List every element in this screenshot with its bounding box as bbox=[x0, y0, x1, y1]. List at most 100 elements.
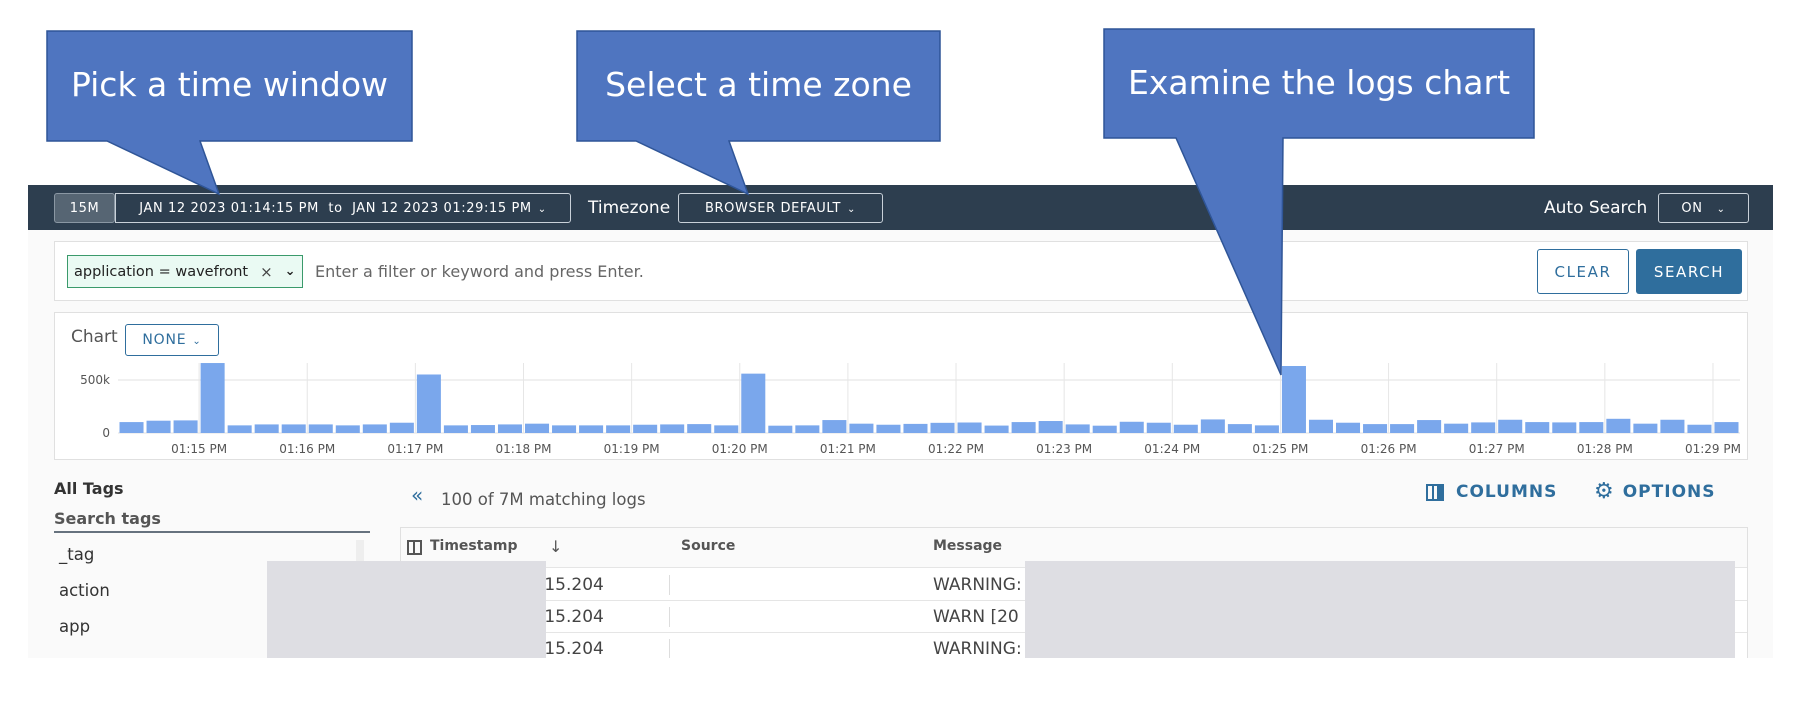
clear-button[interactable]: CLEAR bbox=[1537, 249, 1629, 294]
search-button[interactable]: SEARCH bbox=[1636, 249, 1742, 294]
all-tags-heading: All Tags bbox=[54, 479, 124, 498]
chart-group-by-value: NONE bbox=[142, 332, 187, 348]
histogram-bar bbox=[660, 424, 685, 433]
y-tick-label: 500k bbox=[80, 373, 110, 387]
callout-shape-time-zone bbox=[576, 30, 941, 196]
histogram-bar bbox=[146, 420, 171, 433]
histogram-bar bbox=[254, 424, 279, 433]
histogram-bar bbox=[525, 423, 550, 433]
histogram-bar bbox=[1471, 422, 1496, 433]
histogram-bar bbox=[876, 424, 901, 433]
row-message: WARN [20 bbox=[933, 607, 1019, 627]
histogram-bar bbox=[119, 422, 144, 433]
histogram-bar bbox=[1038, 421, 1063, 433]
x-tick-label: 01:23 PM bbox=[1036, 442, 1092, 456]
column-header-message[interactable]: Message bbox=[933, 538, 1002, 554]
chevron-down-icon: ⌄ bbox=[847, 203, 856, 215]
x-tick-label: 01:25 PM bbox=[1252, 442, 1308, 456]
histogram-bar bbox=[1308, 419, 1333, 433]
x-tick-label: 01:16 PM bbox=[279, 442, 335, 456]
time-range-picker[interactable]: JAN 12 2023 01:14:15 PM to JAN 12 2023 0… bbox=[115, 193, 571, 223]
histogram-bar bbox=[714, 425, 739, 433]
chart-group-by-dropdown[interactable]: NONE ⌄ bbox=[125, 324, 219, 356]
tag-item[interactable]: action bbox=[59, 581, 110, 600]
histogram-bar bbox=[768, 425, 793, 433]
gear-icon: ⚙ bbox=[1594, 479, 1615, 504]
histogram-bar bbox=[633, 424, 658, 433]
column-divider bbox=[669, 607, 670, 627]
histogram-bar bbox=[443, 425, 468, 433]
callout-time-window: Pick a time window bbox=[70, 65, 389, 104]
collapse-sidebar-icon[interactable]: « bbox=[411, 485, 423, 505]
histogram-bar bbox=[281, 424, 306, 433]
histogram-bar bbox=[1390, 424, 1415, 433]
x-tick-label: 01:20 PM bbox=[712, 442, 768, 456]
x-tick-label: 01:15 PM bbox=[171, 442, 227, 456]
time-range-value: JAN 12 2023 01:14:15 PM to JAN 12 2023 0… bbox=[139, 200, 532, 216]
chevron-down-icon: ⌄ bbox=[537, 203, 547, 215]
x-tick-label: 01:19 PM bbox=[604, 442, 660, 456]
histogram-bar bbox=[1281, 366, 1306, 433]
histogram-bar bbox=[741, 373, 766, 433]
chart-label: Chart bbox=[71, 327, 118, 347]
options-button[interactable]: ⚙ OPTIONS bbox=[1594, 479, 1716, 504]
column-toggle-icon[interactable] bbox=[407, 540, 422, 555]
histogram-bar bbox=[362, 424, 387, 433]
y-tick-label: 0 bbox=[102, 426, 110, 440]
histogram-bar bbox=[200, 363, 225, 433]
redacted-source-block bbox=[267, 561, 546, 658]
histogram-bar bbox=[1687, 424, 1712, 433]
timezone-label: Timezone bbox=[588, 198, 671, 218]
histogram-bar bbox=[1011, 422, 1036, 433]
matching-logs-count: 100 of 7M matching logs bbox=[441, 490, 646, 509]
search-tags-input[interactable] bbox=[54, 505, 370, 533]
x-tick-label: 01:27 PM bbox=[1469, 442, 1525, 456]
columns-button[interactable]: COLUMNS bbox=[1426, 482, 1557, 502]
timezone-dropdown[interactable]: BROWSER DEFAULT ⌄ bbox=[678, 193, 883, 223]
histogram-bar bbox=[579, 425, 604, 433]
filter-chip[interactable]: application = wavefront × ⌄ bbox=[67, 255, 303, 288]
timezone-value: BROWSER DEFAULT bbox=[705, 200, 841, 216]
close-icon[interactable]: × bbox=[260, 263, 273, 281]
histogram-bar bbox=[1417, 420, 1442, 433]
histogram-bar bbox=[606, 425, 631, 433]
callout-logs-chart: Examine the logs chart bbox=[1127, 63, 1511, 102]
x-tick-label: 01:29 PM bbox=[1685, 442, 1741, 456]
histogram-bar bbox=[1633, 423, 1658, 433]
x-tick-label: 01:24 PM bbox=[1144, 442, 1200, 456]
x-tick-label: 01:28 PM bbox=[1577, 442, 1633, 456]
callout-shape-time-window bbox=[46, 30, 413, 196]
callout-time-zone: Select a time zone bbox=[605, 65, 912, 104]
chevron-down-icon[interactable]: ⌄ bbox=[285, 264, 296, 279]
histogram-bar bbox=[957, 422, 982, 433]
column-header-timestamp[interactable]: Timestamp bbox=[430, 538, 518, 554]
histogram-bar bbox=[1119, 421, 1144, 433]
filter-bar: application = wavefront × ⌄ CLEAR SEARCH bbox=[54, 241, 1748, 301]
histogram-bar bbox=[173, 420, 198, 433]
logs-histogram: 0 500k 01:15 PM 01:16 PM 01:17 PM 01:18 PM 01:… bbox=[80, 363, 1741, 456]
histogram-bar bbox=[1363, 424, 1388, 433]
redacted-message-block bbox=[1025, 561, 1735, 658]
range-preset-button[interactable]: 15M bbox=[54, 193, 115, 223]
tag-item[interactable]: app bbox=[59, 617, 90, 636]
x-tick-label: 01:21 PM bbox=[820, 442, 876, 456]
histogram-bar bbox=[389, 422, 414, 433]
histogram-bar bbox=[1606, 418, 1631, 433]
histogram-bar bbox=[1146, 422, 1171, 433]
filter-input[interactable] bbox=[315, 255, 1315, 288]
row-message: WARNING: bbox=[933, 639, 1022, 658]
tag-item[interactable]: _tag bbox=[59, 545, 94, 564]
histogram-bar bbox=[470, 425, 495, 433]
histogram-bar bbox=[849, 423, 874, 433]
histogram-bar bbox=[416, 374, 441, 433]
sort-descending-icon[interactable]: ↓ bbox=[549, 537, 562, 556]
histogram-bar bbox=[1092, 425, 1117, 433]
column-header-source[interactable]: Source bbox=[681, 538, 735, 554]
row-message: WARNING: bbox=[933, 575, 1022, 595]
x-tick-label: 01:22 PM bbox=[928, 442, 984, 456]
histogram-bar bbox=[1444, 423, 1469, 433]
auto-search-dropdown[interactable]: ON ⌄ bbox=[1658, 193, 1749, 223]
auto-search-label: Auto Search bbox=[1544, 198, 1648, 218]
histogram-bar bbox=[930, 422, 955, 433]
chevron-down-icon: ⌄ bbox=[1716, 203, 1726, 215]
